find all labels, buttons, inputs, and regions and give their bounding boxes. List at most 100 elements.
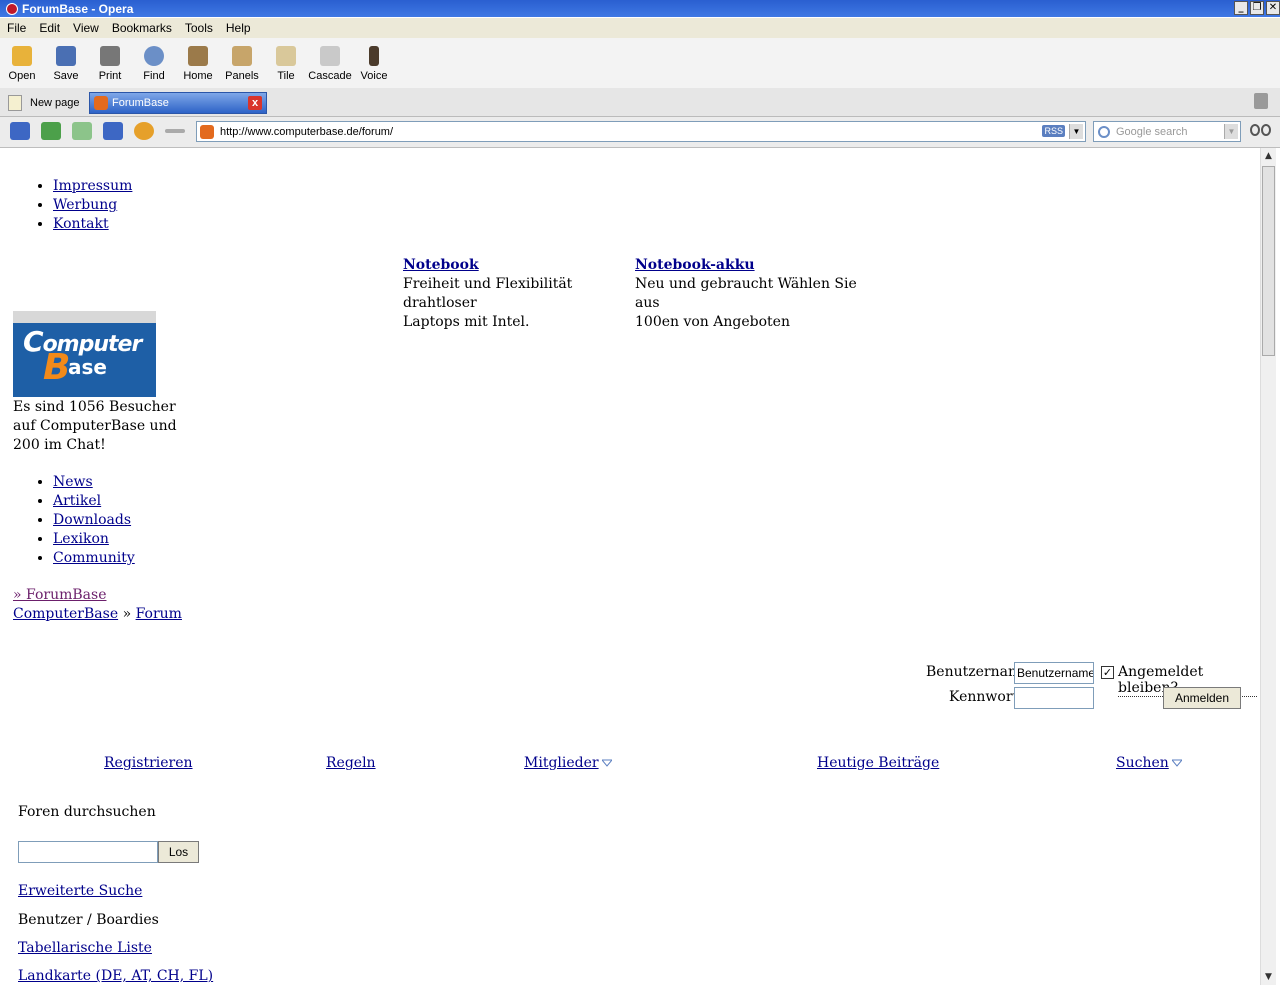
tile-icon	[276, 46, 296, 66]
menu-tools[interactable]: Tools	[178, 21, 219, 35]
breadcrumb-forumbase-link[interactable]: » ForumBase	[13, 587, 106, 603]
home-icon	[188, 46, 208, 66]
search-dropdown-icon[interactable]: ▼	[1224, 124, 1238, 139]
tab-new-page[interactable]: New page	[8, 92, 88, 114]
kontakt-link[interactable]: Kontakt	[53, 216, 109, 232]
rewind-button[interactable]	[10, 122, 30, 140]
home-button[interactable]: Home	[176, 38, 220, 88]
menu-file[interactable]: File	[0, 21, 32, 35]
trash-icon[interactable]	[1254, 93, 1268, 109]
address-dropdown-icon[interactable]: ▼	[1069, 124, 1083, 139]
news-link[interactable]: News	[53, 474, 93, 490]
find-button[interactable]: Find	[132, 38, 176, 88]
menu-view[interactable]: View	[66, 21, 105, 35]
list-item: Artikel	[53, 492, 135, 511]
search-forums-label: Foren durchsuchen	[18, 804, 156, 820]
main-toolbar: Open Save Print Find Home Panels Tile Ca…	[0, 38, 1280, 89]
downloads-link[interactable]: Downloads	[53, 512, 131, 528]
list-item: Downloads	[53, 511, 135, 530]
binoculars-icon[interactable]	[1250, 124, 1272, 138]
menu-edit[interactable]: Edit	[32, 21, 66, 35]
members-table-link[interactable]: Tabellarische Liste	[18, 940, 152, 956]
impressum-link[interactable]: Impressum	[53, 178, 132, 194]
search-go-button[interactable]: Los	[158, 841, 199, 863]
close-window-button[interactable]: ✕	[1266, 1, 1280, 15]
menu-bar: File Edit View Bookmarks Tools Help	[0, 18, 1280, 38]
tab-close-button[interactable]: x	[248, 96, 262, 110]
list-item: Community	[53, 549, 135, 568]
tab-forumbase[interactable]: ForumBase x	[89, 92, 267, 114]
magnifier-icon	[144, 46, 164, 66]
microphone-icon	[369, 46, 379, 66]
search-field[interactable]: Google search ▼	[1093, 121, 1241, 142]
reload-button[interactable]	[134, 122, 154, 140]
tile-button[interactable]: Tile	[264, 38, 308, 88]
list-item: Kontakt	[53, 215, 132, 234]
scroll-up-icon[interactable]: ▲	[1261, 148, 1276, 164]
members-map-link[interactable]: Landkarte (DE, AT, CH, FL)	[18, 968, 213, 984]
community-link[interactable]: Community	[53, 550, 135, 566]
maximize-button[interactable]: ❐	[1250, 1, 1264, 15]
save-button[interactable]: Save	[44, 38, 88, 88]
forum-search-input[interactable]	[18, 841, 158, 863]
tab-bar: New page ForumBase x	[0, 88, 1280, 117]
werbung-link[interactable]: Werbung	[53, 197, 117, 213]
site-favicon	[200, 124, 214, 139]
address-field[interactable]: http://www.computerbase.de/forum/ RSS ▼	[196, 121, 1086, 142]
cascade-icon	[320, 46, 340, 66]
search-link[interactable]: Suchen	[1116, 755, 1169, 771]
ad-notebook-title[interactable]: Notebook	[403, 257, 479, 273]
menu-help[interactable]: Help	[219, 21, 257, 35]
rss-icon[interactable]: RSS	[1042, 125, 1065, 137]
members-link[interactable]: Mitglieder	[524, 755, 599, 771]
forward-button[interactable]	[72, 122, 92, 140]
list-item: Impressum	[53, 177, 132, 196]
rules-link[interactable]: Regeln	[326, 755, 376, 771]
search-menu[interactable]: Suchen	[1116, 755, 1182, 771]
chevron-down-icon	[1171, 759, 1182, 767]
print-button[interactable]: Print	[88, 38, 132, 88]
breadcrumb-separator: »	[122, 606, 132, 622]
breadcrumb: » ForumBase ComputerBase » Forum	[13, 586, 182, 624]
members-menu[interactable]: Mitglieder	[524, 755, 612, 771]
todays-posts-link[interactable]: Heutige Beiträge	[817, 755, 939, 771]
search-icon	[1098, 125, 1110, 138]
lexikon-link[interactable]: Lexikon	[53, 531, 109, 547]
main-nav-list: News Artikel Downloads Lexikon Community	[5, 473, 135, 568]
fast-forward-button[interactable]	[103, 122, 123, 140]
list-item: News	[53, 473, 135, 492]
voice-button[interactable]: Voice	[352, 38, 396, 88]
new-page-icon	[8, 95, 22, 111]
panels-button[interactable]: Panels	[220, 38, 264, 88]
scroll-thumb[interactable]	[1262, 166, 1275, 356]
login-button[interactable]: Anmelden	[1163, 687, 1241, 709]
window-titlebar: ForumBase - Opera _ ❐ ✕	[0, 0, 1280, 17]
computerbase-logo[interactable]: Computer B ase	[13, 311, 156, 397]
menu-bookmarks[interactable]: Bookmarks	[105, 21, 178, 35]
page-scrollbar[interactable]: ▲ ▼	[1260, 148, 1276, 985]
advanced-search-link[interactable]: Erweiterte Suche	[18, 883, 142, 899]
artikel-link[interactable]: Artikel	[53, 493, 101, 509]
minimize-button[interactable]: _	[1234, 1, 1248, 15]
breadcrumb-computerbase-link[interactable]: ComputerBase	[13, 606, 118, 622]
back-button[interactable]	[41, 122, 61, 140]
edit-icon[interactable]	[165, 129, 185, 133]
register-link[interactable]: Registrieren	[104, 755, 193, 771]
open-button[interactable]: Open	[0, 38, 44, 88]
panels-icon	[232, 46, 252, 66]
page-content: Impressum Werbung Kontakt Notebook Freih…	[5, 148, 1257, 985]
forumbase-favicon	[94, 96, 108, 110]
ad-notebook-akku-title[interactable]: Notebook-akku	[635, 257, 755, 273]
username-input[interactable]: Benutzername	[1014, 662, 1094, 684]
scroll-down-icon[interactable]: ▼	[1261, 969, 1276, 985]
password-input[interactable]	[1014, 687, 1094, 709]
chevron-down-icon	[601, 759, 612, 767]
list-item: Werbung	[53, 196, 132, 215]
visitor-count: Es sind 1056 Besucher auf ComputerBase u…	[13, 399, 177, 453]
breadcrumb-forum-link[interactable]: Forum	[136, 606, 182, 622]
ad-notebook: Notebook Freiheit und Flexibilität draht…	[403, 256, 623, 332]
cascade-button[interactable]: Cascade	[308, 38, 352, 88]
ad-notebook-akku-text-2: 100en von Angeboten	[635, 314, 790, 330]
remember-checkbox[interactable]: ✓	[1101, 666, 1114, 679]
top-links-list: Impressum Werbung Kontakt	[5, 177, 132, 234]
